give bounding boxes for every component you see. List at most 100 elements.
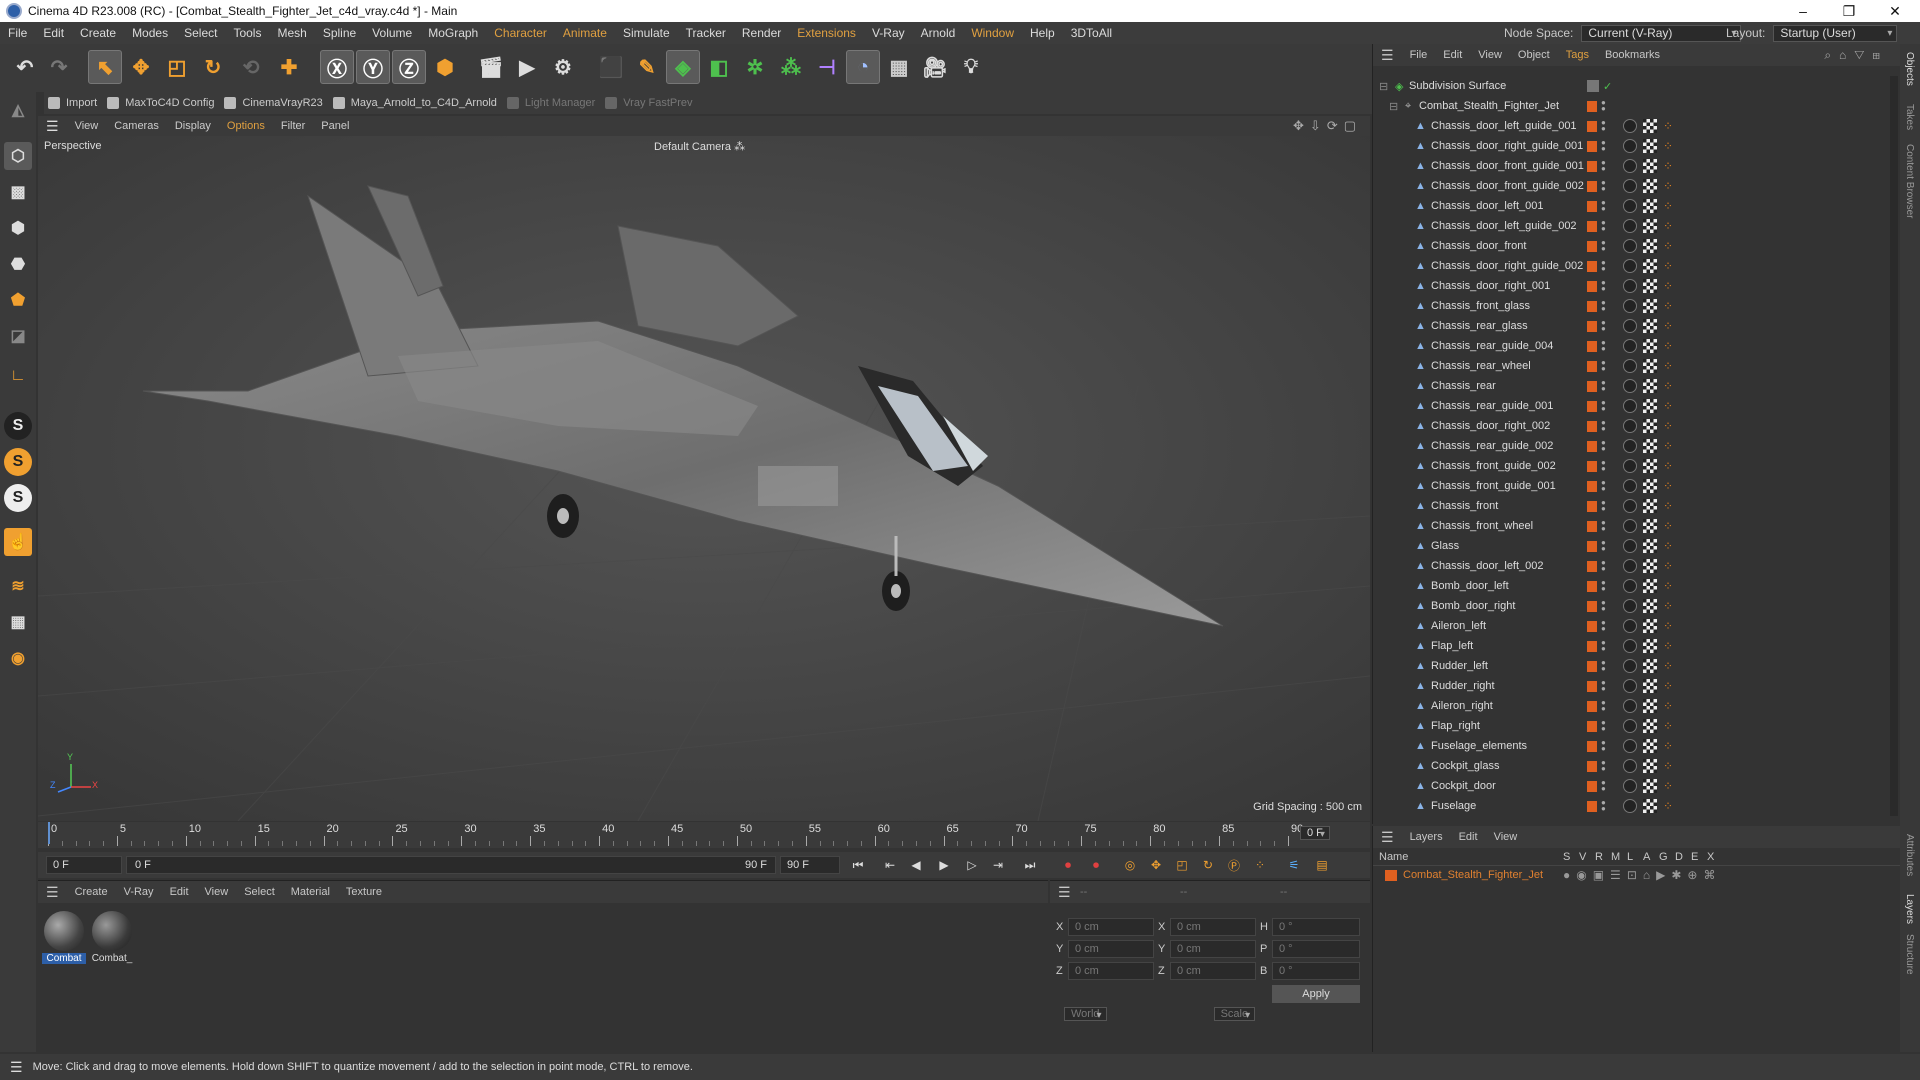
grid-icon[interactable]: ▦	[4, 608, 32, 636]
position-y-field[interactable]: 0 cm	[1068, 940, 1154, 958]
vray-material-tag-icon[interactable]	[1623, 179, 1637, 193]
vray-material-tag-icon[interactable]	[1623, 539, 1637, 553]
visibility-dots-icon[interactable]: ● ●	[1601, 299, 1607, 313]
end-frame-field[interactable]: 90 F	[780, 856, 840, 874]
select-tool-icon[interactable]: ⬉	[88, 50, 122, 84]
object-row[interactable]: ▲ Chassis_door_left_001 ● ● ⁘	[1373, 196, 1893, 216]
render-view-icon[interactable]: 🎬︎	[474, 50, 508, 84]
visibility-dots-icon[interactable]: ● ●	[1601, 719, 1607, 733]
visibility-dots-icon[interactable]: ● ●	[1601, 239, 1607, 253]
texture-tag-icon[interactable]	[1643, 759, 1657, 773]
polygons-mode-icon[interactable]: ⬟	[4, 286, 32, 314]
visibility-dots-icon[interactable]: ● ●	[1601, 339, 1607, 353]
object-row[interactable]: ▲ Chassis_door_right_guide_002 ● ● ⁘	[1373, 256, 1893, 276]
texture-tag-icon[interactable]	[1643, 619, 1657, 633]
menu-edit[interactable]: Edit	[35, 26, 72, 40]
viewport-menu-display[interactable]: Display	[167, 120, 219, 132]
size-x-field[interactable]: 0 cm	[1170, 918, 1256, 936]
uvw-tag-icon[interactable]: ⁘	[1663, 520, 1675, 532]
uvw-tag-icon[interactable]: ⁘	[1663, 280, 1675, 292]
frame-range-slider[interactable]: 0 F 90 F	[126, 856, 776, 874]
layer-color-swatch[interactable]	[1587, 540, 1597, 552]
visibility-dots-icon[interactable]: ● ●	[1601, 779, 1607, 793]
object-row[interactable]: ▲ Chassis_door_front ● ● ⁘	[1373, 236, 1893, 256]
viewport-menu-panel[interactable]: Panel	[313, 120, 357, 132]
visibility-dots-icon[interactable]: ● ●	[1601, 319, 1607, 333]
object-row[interactable]: ▲ Cockpit_glass ● ● ⁘	[1373, 756, 1893, 776]
visibility-dots-icon[interactable]: ● ●	[1601, 119, 1607, 133]
objects-hamburger-icon[interactable]: ☰	[1373, 47, 1402, 64]
layer-color-swatch[interactable]	[1587, 420, 1597, 432]
mat-menu-select[interactable]: Select	[236, 886, 283, 898]
vray-material-tag-icon[interactable]	[1623, 119, 1637, 133]
timeline-window-icon[interactable]: ▤	[1312, 856, 1332, 874]
bend-deformer-icon[interactable]: ⊣	[810, 50, 844, 84]
key-parameter-icon[interactable]: Ⓟ	[1224, 856, 1244, 874]
layer-color-swatch[interactable]	[1587, 780, 1597, 792]
vray-material-tag-icon[interactable]	[1623, 639, 1637, 653]
y-axis-lock-icon[interactable]: Ⓨ	[356, 50, 390, 84]
plugin-vray-fastprev[interactable]: Vray FastPrev	[601, 97, 698, 109]
layer-menu-view[interactable]: View	[1486, 831, 1526, 843]
layer-color-swatch[interactable]	[1587, 580, 1597, 592]
visibility-dots-icon[interactable]: ● ●	[1601, 99, 1607, 113]
viewport-hamburger-icon[interactable]: ☰	[38, 118, 67, 135]
texture-tag-icon[interactable]	[1643, 579, 1657, 593]
visibility-dots-icon[interactable]: ● ●	[1601, 379, 1607, 393]
uvw-tag-icon[interactable]: ⁘	[1663, 260, 1675, 272]
texture-tag-icon[interactable]	[1643, 279, 1657, 293]
vray-material-tag-icon[interactable]	[1623, 459, 1637, 473]
layer-color-swatch[interactable]	[1587, 360, 1597, 372]
visibility-dots-icon[interactable]: ● ●	[1601, 519, 1607, 533]
visibility-dots-icon[interactable]: ● ●	[1601, 799, 1607, 813]
uvw-tag-icon[interactable]: ⁘	[1663, 180, 1675, 192]
vray-material-tag-icon[interactable]	[1623, 759, 1637, 773]
keyframe-selection-icon[interactable]: ◎	[1120, 856, 1140, 874]
visibility-dots-icon[interactable]: ● ●	[1601, 419, 1607, 433]
object-row[interactable]: ▲ Chassis_front_glass ● ● ⁘	[1373, 296, 1893, 316]
visibility-dots-icon[interactable]: ● ●	[1601, 579, 1607, 593]
visibility-dots-icon[interactable]: ● ●	[1601, 639, 1607, 653]
layer-color-swatch[interactable]	[1587, 660, 1597, 672]
visibility-dots-icon[interactable]: ● ●	[1601, 759, 1607, 773]
uvw-tag-icon[interactable]: ⁘	[1663, 480, 1675, 492]
vray-material-tag-icon[interactable]	[1623, 399, 1637, 413]
vray-material-tag-icon[interactable]	[1623, 599, 1637, 613]
tab-objects[interactable]: Objects	[1904, 52, 1915, 86]
layer-color-swatch[interactable]	[1587, 480, 1597, 492]
layer-color-swatch[interactable]	[1587, 400, 1597, 412]
render-to-picture-viewer-icon[interactable]: ▶	[510, 50, 544, 84]
size-y-field[interactable]: 0 cm	[1170, 940, 1256, 958]
autokey-icon[interactable]: ⏺	[1086, 856, 1106, 874]
texture-tag-icon[interactable]	[1643, 559, 1657, 573]
vray-material-tag-icon[interactable]	[1623, 699, 1637, 713]
layer-color-swatch[interactable]	[1587, 300, 1597, 312]
texture-tag-icon[interactable]	[1643, 179, 1657, 193]
visibility-dots-icon[interactable]: ● ●	[1601, 459, 1607, 473]
texture-tag-icon[interactable]	[1643, 679, 1657, 693]
vray-material-tag-icon[interactable]	[1623, 619, 1637, 633]
menu-spline[interactable]: Spline	[315, 26, 364, 40]
texture-tag-icon[interactable]	[1643, 159, 1657, 173]
layer-color-swatch[interactable]	[1587, 380, 1597, 392]
uvw-tag-icon[interactable]: ⁘	[1663, 640, 1675, 652]
menu-tools[interactable]: Tools	[225, 26, 269, 40]
visibility-dots-icon[interactable]: ● ●	[1601, 699, 1607, 713]
previous-frame-icon[interactable]: ◀	[906, 856, 926, 874]
layer-color-swatch[interactable]	[1587, 280, 1597, 292]
position-x-field[interactable]: 0 cm	[1068, 918, 1154, 936]
visibility-dots-icon[interactable]: ● ●	[1601, 599, 1607, 613]
object-row[interactable]: ▲ Chassis_rear_guide_002 ● ● ⁘	[1373, 436, 1893, 456]
undo-icon[interactable]: ↶	[8, 50, 42, 84]
uvw-tag-icon[interactable]: ⁘	[1663, 300, 1675, 312]
object-row[interactable]: ▲ Aileron_right ● ● ⁘	[1373, 696, 1893, 716]
plugin-light-manager[interactable]: Light Manager	[503, 97, 601, 109]
object-row[interactable]: ▲ Rudder_right ● ● ⁘	[1373, 676, 1893, 696]
vray-material-tag-icon[interactable]	[1623, 299, 1637, 313]
object-row[interactable]: ▲ Chassis_front_guide_002 ● ● ⁘	[1373, 456, 1893, 476]
uvw-tag-icon[interactable]: ⁘	[1663, 320, 1675, 332]
vray-material-tag-icon[interactable]	[1623, 659, 1637, 673]
menu-animate[interactable]: Animate	[555, 26, 615, 40]
viewport-menu-view[interactable]: View	[67, 120, 107, 132]
floor-icon[interactable]: ▦	[882, 50, 916, 84]
